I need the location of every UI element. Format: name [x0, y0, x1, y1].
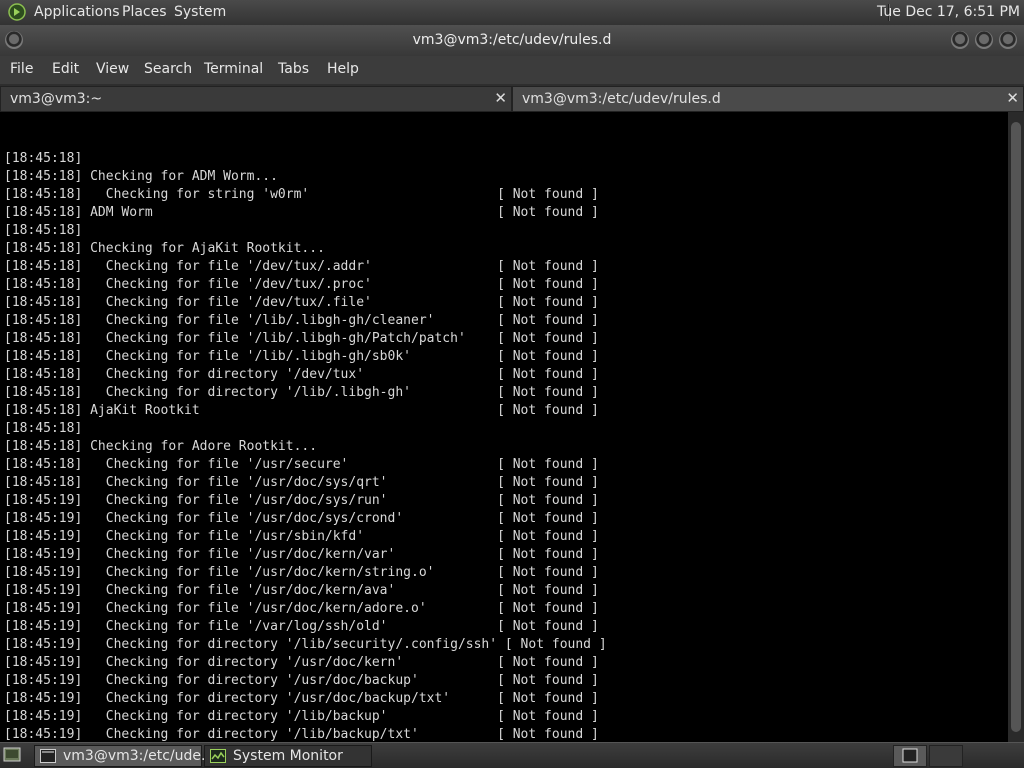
terminal-line: [18:45:18] Checking for Adore Rootkit...	[4, 439, 318, 454]
workspace-window-icon	[902, 748, 918, 763]
terminal-line: [18:45:19] Checking for file '/usr/sbin/…	[4, 529, 599, 544]
terminal-line: [18:45:18] Checking for AjaKit Rootkit..…	[4, 241, 325, 256]
scrollbar-thumb[interactable]	[1011, 122, 1021, 732]
menu-terminal[interactable]: Terminal	[204, 61, 263, 77]
menu-tabs[interactable]: Tabs	[278, 61, 309, 77]
terminal-line: [18:45:18] Checking for string 'w0rm' [ …	[4, 187, 599, 202]
taskbar-terminal-button[interactable]: vm3@vm3:/etc/ude...	[34, 745, 214, 767]
terminal-lines: [18:45:18] [18:45:18] Checking for ADM Wo…	[4, 150, 1008, 742]
terminal-line: [18:45:18] Checking for file '/lib/.libg…	[4, 331, 599, 346]
minimize-button[interactable]	[951, 31, 969, 49]
show-desktop-icon[interactable]	[3, 746, 21, 764]
terminal-line: [18:45:18] Checking for directory '/lib/…	[4, 385, 599, 400]
top-panel: Applications Places System Tue Dec 17, 6…	[0, 0, 1024, 25]
tab-rules-d[interactable]: vm3@vm3:/etc/udev/rules.d ✕	[512, 86, 1024, 112]
terminal-line: [18:45:19] Checking for file '/usr/doc/s…	[4, 493, 599, 508]
terminal-line: [18:45:18] Checking for file '/lib/.libg…	[4, 313, 599, 328]
clock[interactable]: Tue Dec 17, 6:51 PM	[877, 4, 1020, 20]
terminal-line: [18:45:19] Checking for directory '/lib/…	[4, 637, 607, 652]
applications-menu[interactable]: Applications	[34, 4, 120, 20]
vertical-scrollbar[interactable]	[1008, 112, 1024, 742]
terminal-line: [18:45:18] Checking for file '/lib/.libg…	[4, 349, 599, 364]
terminal-line: [18:45:18] Checking for directory '/dev/…	[4, 367, 599, 382]
terminal-line: [18:45:19] Checking for directory '/usr/…	[4, 673, 599, 688]
terminal-line: [18:45:19] Checking for file '/usr/doc/k…	[4, 547, 599, 562]
tab-close-icon[interactable]: ✕	[1006, 89, 1019, 107]
menu-file[interactable]: File	[10, 61, 33, 77]
terminal-line: [18:45:19] Checking for file '/usr/doc/k…	[4, 601, 599, 616]
terminal-line: [18:45:18]	[4, 421, 83, 436]
tab-bar: vm3@vm3:~ ✕ vm3@vm3:/etc/udev/rules.d ✕	[0, 84, 1024, 112]
terminal-line: [18:45:19] Checking for file '/usr/doc/s…	[4, 511, 599, 526]
terminal-output[interactable]: [18:45:18] [18:45:18] Checking for ADM Wo…	[0, 112, 1008, 742]
window-title: vm3@vm3:/etc/udev/rules.d	[412, 32, 612, 48]
tab-label: vm3@vm3:/etc/udev/rules.d	[522, 91, 721, 107]
terminal-line: [18:45:18] AjaKit Rootkit [ Not found ]	[4, 403, 599, 418]
system-monitor-icon	[210, 749, 226, 763]
menu-edit[interactable]: Edit	[52, 61, 79, 77]
terminal-line: [18:45:19] Checking for directory '/usr/…	[4, 691, 599, 706]
close-button[interactable]	[999, 31, 1017, 49]
terminal-line: [18:45:19] Checking for directory '/lib/…	[4, 727, 599, 742]
terminal-line: [18:45:18] Checking for file '/dev/tux/.…	[4, 295, 599, 310]
terminal-line: [18:45:19] Checking for file '/var/log/s…	[4, 619, 599, 634]
terminal-line: [18:45:19] Checking for file '/usr/doc/k…	[4, 565, 599, 580]
system-menu[interactable]: System	[174, 4, 226, 20]
terminal-line: [18:45:18] Checking for file '/usr/secur…	[4, 457, 599, 472]
places-menu[interactable]: Places	[122, 4, 167, 20]
maximize-button[interactable]	[975, 31, 993, 49]
task-label: System Monitor	[233, 748, 343, 764]
tab-close-icon[interactable]: ✕	[494, 89, 507, 107]
terminal-line: [18:45:19] Checking for file '/usr/doc/k…	[4, 583, 599, 598]
applications-icon[interactable]	[8, 3, 26, 21]
taskbar-system-monitor-button[interactable]: System Monitor	[204, 745, 372, 767]
task-label: vm3@vm3:/etc/ude...	[63, 748, 215, 764]
tab-label: vm3@vm3:~	[10, 91, 103, 107]
menu-search[interactable]: Search	[144, 61, 192, 77]
terminal-line: [18:45:18] Checking for file '/dev/tux/.…	[4, 277, 599, 292]
terminal-line: [18:45:18] ADM Worm [ Not found ]	[4, 205, 599, 220]
terminal-line: [18:45:18] Checking for file '/usr/doc/s…	[4, 475, 599, 490]
bottom-panel: vm3@vm3:/etc/ude... System Monitor	[0, 742, 1024, 768]
window-titlebar[interactable]: vm3@vm3:/etc/udev/rules.d	[0, 25, 1024, 56]
terminal-line: [18:45:18]	[4, 223, 83, 238]
tab-home[interactable]: vm3@vm3:~ ✕	[0, 86, 512, 112]
terminal-icon	[40, 749, 56, 763]
menu-help[interactable]: Help	[327, 61, 359, 77]
terminal-line: [18:45:18]	[4, 151, 83, 166]
workspace-switcher-2[interactable]	[929, 745, 963, 767]
menu-view[interactable]: View	[96, 61, 129, 77]
menubar: File Edit View Search Terminal Tabs Help	[0, 56, 1024, 84]
terminal-line: [18:45:19] Checking for directory '/usr/…	[4, 655, 599, 670]
workspace-switcher-1[interactable]	[893, 745, 927, 767]
terminal-line: [18:45:18] Checking for ADM Worm...	[4, 169, 278, 184]
terminal-line: [18:45:19] Checking for directory '/lib/…	[4, 709, 599, 724]
terminal-line: [18:45:18] Checking for file '/dev/tux/.…	[4, 259, 599, 274]
